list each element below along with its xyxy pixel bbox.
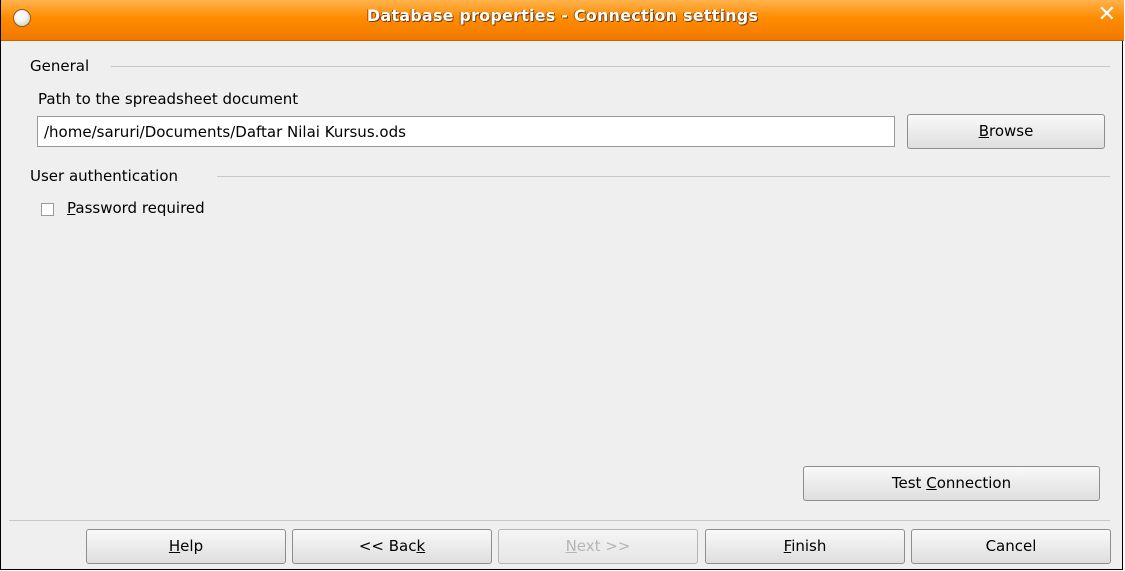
footer-divider [9, 520, 1110, 521]
browse-label: rowse [988, 122, 1034, 140]
help-label: elp [180, 537, 204, 555]
section-divider-auth [217, 176, 1110, 177]
password-required-checkbox[interactable] [41, 203, 54, 216]
password-required-label[interactable]: Password required [67, 199, 205, 217]
section-heading-auth: User authentication [30, 167, 185, 185]
section-divider-general [111, 66, 1110, 67]
path-input[interactable] [37, 116, 895, 147]
next-label: ext >> [576, 537, 631, 555]
next-mnemonic: N [565, 537, 577, 555]
password-label-text: assword required [75, 199, 205, 217]
help-button[interactable]: Help [86, 529, 286, 564]
test-connection-text-b: onnection [936, 474, 1012, 492]
browse-mnemonic: B [978, 122, 989, 140]
back-mnemonic: k [416, 537, 426, 555]
test-connection-text-a: Test [891, 474, 927, 492]
finish-button[interactable]: Finish [705, 529, 905, 564]
dialog-window: Database properties - Connection setting… [0, 0, 1124, 570]
window-title: Database properties - Connection setting… [366, 6, 759, 25]
help-mnemonic: H [168, 537, 181, 555]
back-label: << Bac [358, 537, 417, 555]
back-button[interactable]: << Back [292, 529, 492, 564]
test-connection-mnemonic: C [926, 474, 937, 492]
test-connection-button[interactable]: Test Connection [803, 466, 1100, 501]
next-button[interactable]: Next >> [498, 529, 698, 564]
title-bar: Database properties - Connection setting… [1, 0, 1124, 41]
close-icon[interactable]: ✕ [1098, 4, 1116, 26]
path-label: Path to the spreadsheet document [38, 90, 299, 108]
finish-label: inish [791, 537, 827, 555]
cancel-button[interactable]: Cancel [911, 529, 1111, 564]
browse-button[interactable]: Browse [907, 114, 1105, 149]
section-heading-general: General [30, 57, 96, 75]
